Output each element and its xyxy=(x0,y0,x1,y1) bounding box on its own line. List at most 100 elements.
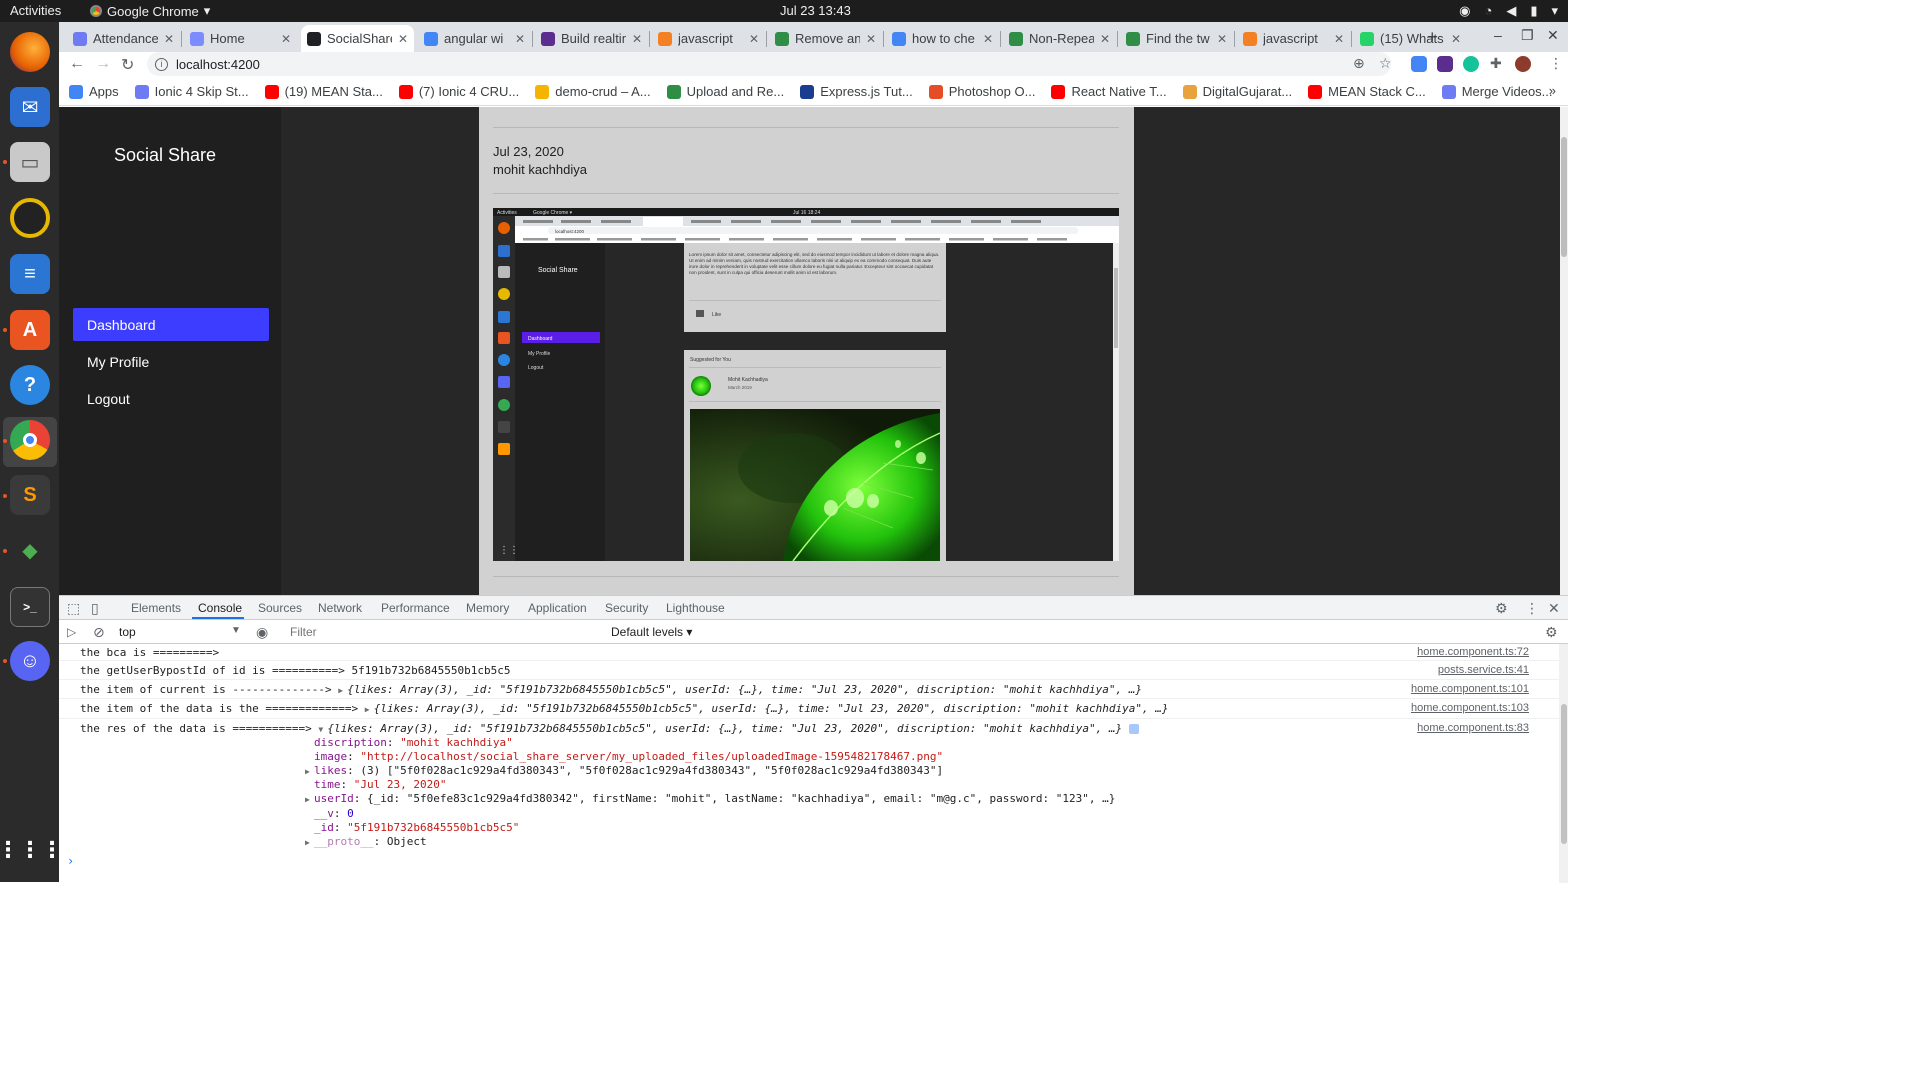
post-image[interactable]: Activities Google Chrome ▾ Jul 16 18:24 xyxy=(493,208,1119,561)
console-message[interactable]: the item of current is --------------> ▶… xyxy=(59,680,1559,699)
clear-console-icon[interactable]: ⊘ xyxy=(93,624,105,641)
log-levels-dropdown[interactable]: Default levels ▾ xyxy=(611,625,692,639)
devtools-tab-sources[interactable]: Sources xyxy=(258,601,302,615)
devtools-tab-performance[interactable]: Performance xyxy=(381,601,450,615)
browser-tab[interactable]: (15) Whats ✕ xyxy=(1354,25,1467,52)
gamepad-icon[interactable]: ◉ xyxy=(1459,3,1470,19)
system-clock[interactable]: Jul 23 13:43 xyxy=(780,3,851,18)
sublime-text-icon[interactable]: S xyxy=(10,475,50,515)
object-summary[interactable]: {likes: Array(3), _id: "5f191b732b684555… xyxy=(374,702,1169,715)
page-scrollbar[interactable] xyxy=(1560,107,1568,595)
browser-tab[interactable]: angular wi ✕ xyxy=(418,25,531,52)
tab-close-icon[interactable]: ✕ xyxy=(1217,32,1227,46)
more-bookmarks-icon[interactable]: » xyxy=(1549,83,1556,98)
source-link[interactable]: home.component.ts:72 xyxy=(1417,646,1529,658)
back-button[interactable]: ← xyxy=(69,55,85,73)
devtools-tab-memory[interactable]: Memory xyxy=(466,601,509,615)
prop-likes[interactable]: (3) ["5f0f028ac1c929a4fd380343", "5f0f02… xyxy=(360,764,943,777)
expand-triangle-icon[interactable]: ▶ xyxy=(365,705,374,714)
scrollbar-thumb[interactable] xyxy=(1561,137,1567,257)
profile-avatar[interactable] xyxy=(1515,56,1531,72)
close-devtools-icon[interactable]: ✕ xyxy=(1548,600,1560,617)
expand-triangle-icon[interactable]: ▶ xyxy=(305,838,314,847)
extension-icon[interactable] xyxy=(1437,56,1453,72)
device-toolbar-icon[interactable]: ▯ xyxy=(91,600,99,617)
battery-icon[interactable]: ▮ xyxy=(1530,3,1537,19)
firefox-icon[interactable] xyxy=(10,32,50,72)
devtools-tab-elements[interactable]: Elements xyxy=(131,601,181,615)
source-link[interactable]: home.component.ts:101 xyxy=(1411,683,1529,695)
activities-button[interactable]: Activities xyxy=(10,3,61,18)
console-filter-input[interactable] xyxy=(284,623,602,641)
bookmark-item[interactable]: Express.js Tut... xyxy=(800,84,913,99)
bookmark-item[interactable]: Upload and Re... xyxy=(666,84,784,99)
chrome-icon[interactable] xyxy=(10,420,50,460)
scrollbar-thumb[interactable] xyxy=(1561,704,1567,844)
browser-tab[interactable]: Home ✕ xyxy=(184,25,297,52)
sidebar-toggle-icon[interactable]: ▷ xyxy=(67,625,76,639)
tab-close-icon[interactable]: ✕ xyxy=(749,32,759,46)
tab-close-icon[interactable]: ✕ xyxy=(515,32,525,46)
chrome-menu-icon[interactable]: ⋮ xyxy=(1549,55,1563,72)
browser-tab[interactable]: how to che ✕ xyxy=(886,25,999,52)
system-tray[interactable]: ◉ ◔ ◀ ▮ ▾ xyxy=(1459,3,1558,19)
bookmark-item[interactable]: Photoshop O... xyxy=(928,84,1035,99)
bookmark-star-icon[interactable]: ☆ xyxy=(1379,55,1392,72)
tab-close-icon[interactable]: ✕ xyxy=(1451,32,1461,46)
devtools-tab-console[interactable]: Console xyxy=(198,601,242,615)
tab-close-icon[interactable]: ✕ xyxy=(398,32,408,46)
tab-close-icon[interactable]: ✕ xyxy=(164,32,174,46)
mongodb-compass-icon[interactable]: ◆ xyxy=(10,530,50,570)
show-applications-icon[interactable]: ⋮⋮⋮ xyxy=(0,830,63,870)
minimize-button[interactable]: – xyxy=(1494,27,1502,43)
bookmark-item[interactable]: (7) Ionic 4 CRU... xyxy=(398,84,519,99)
grammarly-extension-icon[interactable] xyxy=(1463,56,1479,72)
source-link[interactable]: posts.service.ts:41 xyxy=(1438,664,1529,676)
extensions-puzzle-icon[interactable]: ✚ xyxy=(1490,55,1502,72)
nav-logout[interactable]: Logout xyxy=(73,382,269,415)
bookmark-item[interactable]: (19) MEAN Sta... xyxy=(264,84,383,99)
info-icon[interactable] xyxy=(1128,724,1139,734)
tab-close-icon[interactable]: ✕ xyxy=(1100,32,1110,46)
source-link[interactable]: home.component.ts:83 xyxy=(1417,722,1529,734)
discord-icon[interactable]: ☺ xyxy=(10,641,50,681)
bookmark-item[interactable]: MEAN Stack C... xyxy=(1308,84,1426,99)
console-message[interactable]: the item of the data is the ============… xyxy=(59,699,1559,719)
nav-dashboard[interactable]: Dashboard xyxy=(73,308,269,341)
bookmark-item[interactable]: DigitalGujarat... xyxy=(1182,84,1292,99)
browser-tab[interactable]: Attendance ✕ xyxy=(67,25,180,52)
browser-tab[interactable]: Build realtime ✕ xyxy=(535,25,648,52)
console-message[interactable]: the res of the data is ===========> ▼ {li… xyxy=(59,719,1559,849)
browser-tab[interactable]: Find the tw ✕ xyxy=(1120,25,1233,52)
console-settings-icon[interactable]: ⚙ xyxy=(1545,624,1558,641)
devtools-tab-application[interactable]: Application xyxy=(528,601,587,615)
maximize-button[interactable]: ❐ xyxy=(1521,27,1534,44)
tab-close-icon[interactable]: ✕ xyxy=(281,32,291,46)
eye-icon[interactable]: ◉ xyxy=(256,624,268,641)
inspect-element-icon[interactable]: ⬚ xyxy=(67,600,80,617)
devtools-tab-security[interactable]: Security xyxy=(605,601,648,615)
app-menu[interactable]: Google Chrome ▾ xyxy=(90,3,210,19)
new-tab-button[interactable]: + xyxy=(1427,27,1438,48)
tab-close-icon[interactable]: ✕ xyxy=(1334,32,1344,46)
console-scrollbar[interactable] xyxy=(1559,644,1568,883)
object-summary[interactable]: {likes: Array(3), _id: "5f191b732b684555… xyxy=(327,722,1122,735)
object-summary[interactable]: {likes: Array(3), _id: "5f191b732b684555… xyxy=(347,683,1142,696)
bookmark-item[interactable]: Ionic 4 Skip St... xyxy=(134,84,249,99)
bookmark-item[interactable]: React Native T... xyxy=(1051,84,1167,99)
url-text[interactable]: localhost:4200 xyxy=(176,57,260,72)
more-options-icon[interactable]: ⋮ xyxy=(1525,600,1539,617)
browser-tab[interactable]: Remove an ✕ xyxy=(769,25,882,52)
software-center-icon[interactable]: A xyxy=(10,310,50,350)
bookmark-item[interactable]: demo-crud – A... xyxy=(535,84,651,99)
bookmark-item[interactable]: Merge Videos... xyxy=(1441,84,1553,99)
devtools-tab-network[interactable]: Network xyxy=(318,601,362,615)
site-info-icon[interactable]: i xyxy=(155,57,168,71)
context-selector[interactable]: top xyxy=(119,625,136,639)
address-bar[interactable]: i localhost:4200 xyxy=(147,52,1391,76)
thunderbird-icon[interactable]: ✉ xyxy=(10,87,50,127)
source-link[interactable]: home.component.ts:103 xyxy=(1411,702,1529,714)
caret-down-icon[interactable]: ▼ xyxy=(231,625,241,636)
apps-shortcut[interactable]: Apps xyxy=(69,84,119,99)
volume-icon[interactable]: ◀ xyxy=(1506,3,1516,19)
